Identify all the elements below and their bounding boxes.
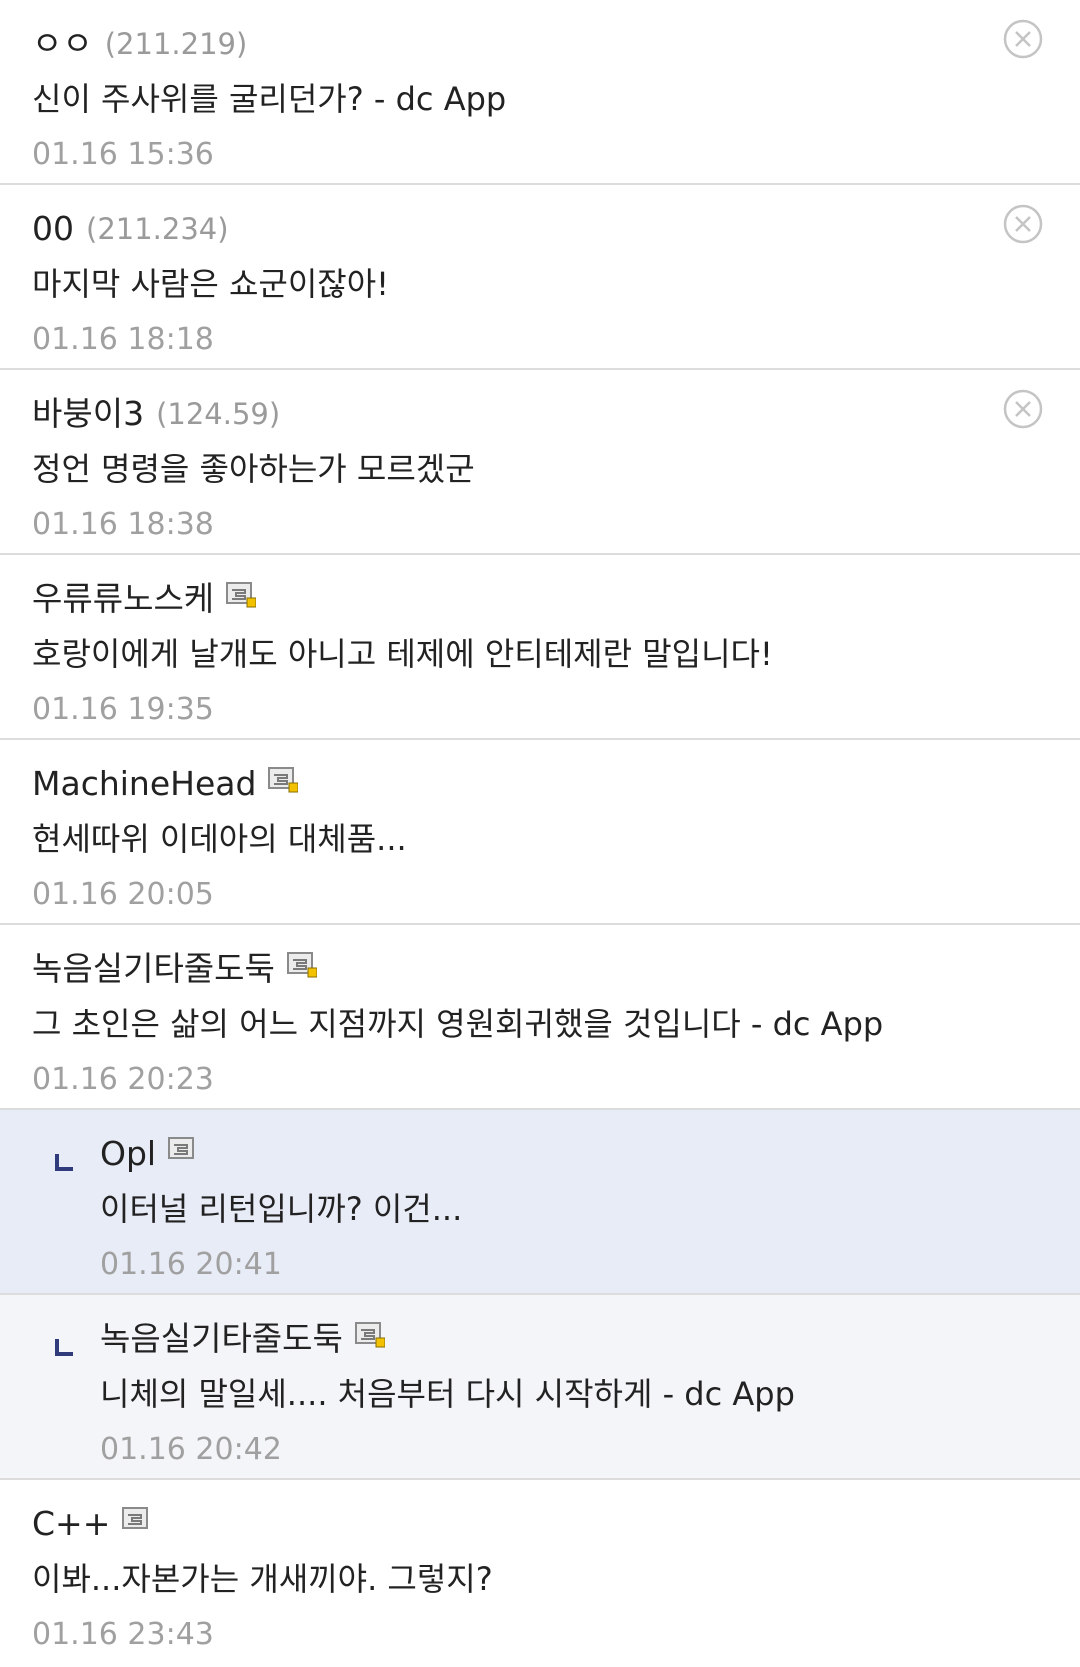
comment-item: 녹음실기타줄도둑 그 초인은 삶의 어느 지점까지 영원회귀했을 것입니다 - … — [0, 925, 1080, 1110]
comment-author[interactable]: ㅇㅇ — [32, 16, 93, 72]
comment-text: 그 초인은 삶의 어느 지점까지 영원회귀했을 것입니다 - dc App — [32, 1005, 884, 1043]
comment-text: 니체의 말일세.... 처음부터 다시 시작하게 - dc App — [100, 1375, 795, 1413]
close-circle-icon[interactable] — [1002, 18, 1044, 60]
comment-text: 정언 명령을 좋아하는가 모르겠군 — [32, 450, 475, 488]
close-circle-icon[interactable] — [1002, 388, 1044, 430]
member-badge-icon — [268, 766, 299, 793]
comment-author[interactable]: 00 — [32, 201, 74, 257]
comment-date: 01.16 19:35 — [32, 692, 214, 727]
comment-item: 00 (211.234) 마지막 사람은 쇼군이잖아! 01.16 18:18 — [0, 185, 1080, 370]
reply-arrow-icon — [54, 1152, 76, 1174]
comment-list: ㅇㅇ (211.219) 신이 주사위를 굴리던가? - dc App 01.16… — [0, 0, 1080, 1665]
comment-ip: (124.59) — [156, 396, 281, 431]
comment-date: 01.16 20:41 — [100, 1247, 282, 1282]
member-badge-icon — [226, 581, 257, 608]
comment-text: 신이 주사위를 굴리던가? - dc App — [32, 80, 507, 118]
comment-text: 호랑이에게 날개도 아니고 테제에 안티테제란 말입니다! — [32, 635, 773, 673]
comment-author[interactable]: 우류류노스케 — [32, 571, 214, 627]
comment-item: MachineHead 현세따위 이데아의 대체품... 01.16 20:05 — [0, 740, 1080, 925]
comment-item: C++ 이봐...자본가는 개새끼야. 그렇지? 01.16 23:43 — [0, 1480, 1080, 1665]
member-badge-icon — [122, 1506, 152, 1533]
comment-date: 01.16 18:18 — [32, 322, 214, 357]
comment-date: 01.16 20:05 — [32, 877, 214, 912]
comment-item: ㅇㅇ (211.219) 신이 주사위를 굴리던가? - dc App 01.16… — [0, 0, 1080, 185]
reply-item: 녹음실기타줄도둑 니체의 말일세.... 처음부터 다시 시작하게 - dc A… — [0, 1295, 1080, 1480]
comment-date: 01.16 23:43 — [32, 1617, 214, 1652]
comment-header: 00 (211.234) — [32, 200, 1080, 256]
comment-author[interactable]: C++ — [32, 1496, 110, 1552]
comment-text: 이봐...자본가는 개새끼야. 그렇지? — [32, 1560, 493, 1598]
comment-item: 바붕이3 (124.59) 정언 명령을 좋아하는가 모르겠군 01.16 18:… — [0, 370, 1080, 555]
comment-date: 01.16 20:42 — [100, 1432, 282, 1467]
comment-text: 마지막 사람은 쇼군이잖아! — [32, 265, 390, 303]
comment-author[interactable]: 녹음실기타줄도둑 — [100, 1311, 343, 1367]
member-badge-icon — [286, 951, 317, 978]
comment-header: 우류류노스케 — [32, 570, 1080, 626]
close-circle-icon[interactable] — [1002, 203, 1044, 245]
comment-author[interactable]: 녹음실기타줄도둑 — [32, 941, 275, 997]
comment-ip: (211.234) — [86, 211, 229, 246]
reply-item: Opl 이터널 리턴입니까? 이건... 01.16 20:41 — [0, 1110, 1080, 1295]
comment-date: 01.16 15:36 — [32, 137, 214, 172]
comment-text: 이터널 리턴입니까? 이건... — [100, 1190, 463, 1228]
comment-header: 녹음실기타줄도둑 — [32, 940, 1080, 996]
comment-author[interactable]: Opl — [100, 1126, 156, 1182]
comment-header: MachineHead — [32, 755, 1080, 811]
reply-arrow-icon — [54, 1337, 76, 1359]
comment-header: ㅇㅇ (211.219) — [32, 15, 1080, 71]
comment-header: 바붕이3 (124.59) — [32, 385, 1080, 441]
comment-header: 녹음실기타줄도둑 — [100, 1310, 1080, 1366]
comment-header: C++ — [32, 1495, 1080, 1551]
comment-header: Opl — [100, 1125, 1080, 1181]
member-badge-icon — [168, 1136, 198, 1163]
comment-date: 01.16 18:38 — [32, 507, 214, 542]
comment-author[interactable]: MachineHead — [32, 756, 256, 812]
comment-text: 현세따위 이데아의 대체품... — [32, 820, 407, 858]
comment-ip: (211.219) — [104, 26, 248, 61]
comment-item: 우류류노스케 호랑이에게 날개도 아니고 테제에 안티테제란 말입니다! 01.… — [0, 555, 1080, 740]
comment-date: 01.16 20:23 — [32, 1062, 214, 1097]
comment-author[interactable]: 바붕이3 — [32, 386, 144, 442]
member-badge-icon — [354, 1321, 385, 1348]
